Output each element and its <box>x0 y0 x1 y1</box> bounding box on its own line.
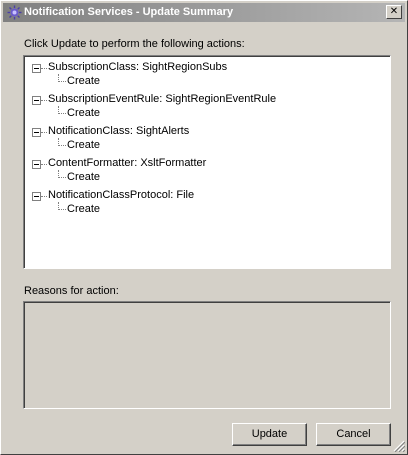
actions-tree-viewport: SubscriptionClass: SightRegionSubs Creat… <box>24 56 390 268</box>
tree-node-notification-class[interactable]: NotificationClass: SightAlerts Create <box>25 125 365 151</box>
actions-tree[interactable]: SubscriptionClass: SightRegionSubs Creat… <box>23 55 391 269</box>
tree-node-label[interactable]: ContentFormatter: XsltFormatter <box>48 157 206 169</box>
collapse-icon[interactable] <box>32 64 41 73</box>
cancel-button[interactable]: Cancel <box>316 423 391 446</box>
reasons-text <box>24 302 390 408</box>
tree-child-create[interactable]: Create <box>67 107 100 119</box>
tree-child-create[interactable]: Create <box>67 171 100 183</box>
tree-node-label[interactable]: NotificationClass: SightAlerts <box>48 125 189 137</box>
close-button[interactable]: ✕ <box>386 5 402 19</box>
tree-node-subscription-class[interactable]: SubscriptionClass: SightRegionSubs Creat… <box>25 61 365 87</box>
collapse-icon[interactable] <box>32 192 41 201</box>
tree-node-subscription-event-rule[interactable]: SubscriptionEventRule: SightRegionEventR… <box>25 93 365 119</box>
tree-node-label[interactable]: SubscriptionEventRule: SightRegionEventR… <box>48 93 276 105</box>
tree-node-label[interactable]: NotificationClassProtocol: File <box>48 189 194 201</box>
collapse-icon[interactable] <box>32 160 41 169</box>
update-button[interactable]: Update <box>232 423 307 446</box>
resize-grip-icon[interactable] <box>393 440 405 452</box>
tree-child-create[interactable]: Create <box>67 139 100 151</box>
reasons-label: Reasons for action: <box>24 285 119 297</box>
notification-services-icon <box>7 5 22 20</box>
collapse-icon[interactable] <box>32 96 41 105</box>
tree-node-label[interactable]: SubscriptionClass: SightRegionSubs <box>48 61 227 73</box>
reasons-textbox[interactable] <box>23 301 391 409</box>
update-summary-dialog: Notification Services - Update Summary ✕… <box>0 0 408 455</box>
window-title: Notification Services - Update Summary <box>24 6 234 18</box>
tree-node-content-formatter[interactable]: ContentFormatter: XsltFormatter Create <box>25 157 365 183</box>
instruction-text: Click Update to perform the following ac… <box>24 38 245 50</box>
tree-child-create[interactable]: Create <box>67 75 100 87</box>
tree-node-notification-class-protocol[interactable]: NotificationClassProtocol: File Create <box>25 189 365 215</box>
collapse-icon[interactable] <box>32 128 41 137</box>
tree-child-create[interactable]: Create <box>67 203 100 215</box>
title-bar[interactable]: Notification Services - Update Summary ✕ <box>3 3 405 22</box>
